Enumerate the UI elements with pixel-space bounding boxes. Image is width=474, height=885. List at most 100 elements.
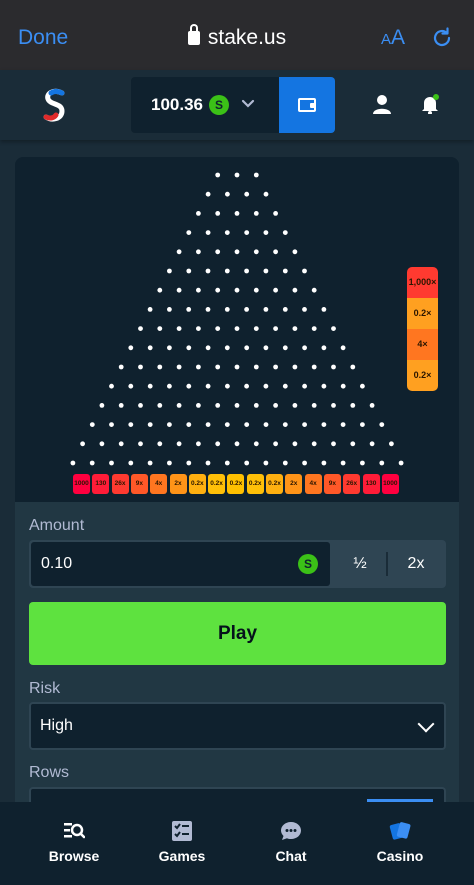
peg [157, 326, 163, 331]
peg [109, 383, 114, 389]
peg [263, 383, 269, 389]
peg [292, 326, 298, 331]
multiplier-bucket: 130 [92, 474, 110, 494]
chevron-down-icon [417, 715, 435, 733]
peg [176, 364, 182, 370]
peg [350, 403, 356, 408]
peg [118, 403, 124, 408]
peg [147, 460, 153, 466]
multiplier-bucket: 0.2x [266, 474, 283, 494]
peg [331, 364, 336, 370]
nav-games-label: Games [158, 848, 206, 864]
peg [340, 460, 346, 466]
peg [234, 441, 240, 447]
multiplier-bucket: 2x [169, 474, 187, 494]
peg [398, 460, 404, 466]
peg [147, 422, 153, 427]
peg [224, 422, 230, 427]
peg [311, 326, 317, 331]
peg [147, 307, 153, 312]
peg [196, 364, 201, 370]
peg [109, 422, 114, 427]
half-amount-button[interactable]: ½ [332, 540, 388, 588]
peg [292, 364, 298, 370]
peg [128, 422, 134, 427]
chat-icon [280, 820, 302, 842]
peg [128, 345, 134, 351]
peg [282, 422, 288, 427]
peg [186, 422, 192, 427]
peg [157, 364, 163, 370]
peg [350, 441, 356, 447]
peg [253, 172, 259, 178]
peg [282, 230, 288, 236]
peg [360, 383, 365, 389]
peg [186, 230, 192, 236]
peg [263, 422, 269, 427]
multiplier-bucket: 4x [304, 474, 322, 494]
multiplier-bucket: 0.2x [246, 474, 264, 494]
peg [186, 307, 192, 312]
nav-casino[interactable]: Casino [355, 820, 445, 864]
peg [282, 307, 288, 312]
peg [244, 383, 250, 389]
rows-label: Rows [29, 764, 70, 781]
peg [282, 345, 288, 351]
peg [205, 422, 211, 427]
peg [80, 441, 85, 447]
peg [311, 287, 317, 293]
peg [167, 307, 172, 312]
multiplier-bucket: 2x [285, 474, 303, 494]
multiplier-bucket: 1000 [381, 474, 399, 494]
peg [118, 441, 124, 447]
nav-browse[interactable]: Browse [29, 820, 119, 864]
peg [138, 441, 143, 447]
peg [176, 326, 182, 331]
peg [167, 383, 172, 389]
multiplier-bucket: 9x [130, 474, 148, 494]
peg [263, 191, 269, 197]
peg [215, 403, 221, 408]
peg [340, 345, 346, 351]
multiplier-bucket: 1000 [73, 474, 90, 494]
peg [205, 460, 211, 466]
double-amount-button[interactable]: 2x [388, 540, 444, 588]
peg [138, 403, 143, 408]
multiplier-bucket: 0.2x [208, 474, 226, 494]
peg [263, 230, 269, 236]
play-button[interactable]: Play [29, 602, 446, 665]
peg [273, 287, 278, 293]
peg [244, 191, 250, 197]
peg [321, 345, 327, 351]
peg [263, 345, 269, 351]
recent-result: 0.2× [407, 298, 438, 329]
peg [224, 230, 230, 236]
peg [196, 326, 201, 331]
peg [273, 441, 278, 447]
risk-label: Risk [29, 680, 61, 697]
peg [321, 307, 327, 312]
peg [379, 422, 385, 427]
peg [225, 383, 230, 389]
peg [215, 249, 221, 255]
peg [224, 345, 230, 351]
nav-games[interactable]: Games [137, 820, 227, 864]
peg [196, 441, 201, 447]
peg [196, 287, 201, 293]
peg [340, 422, 346, 427]
risk-select[interactable]: High [29, 702, 446, 750]
peg [253, 287, 259, 293]
peg [118, 364, 124, 370]
peg [253, 326, 259, 331]
peg [215, 364, 221, 370]
amount-input[interactable]: 0.10 [31, 542, 330, 586]
recent-result: 1,000× [407, 267, 438, 298]
peg [244, 422, 250, 427]
peg [253, 249, 259, 255]
peg [205, 345, 211, 351]
peg [89, 422, 95, 427]
risk-value: High [40, 717, 73, 734]
peg [176, 287, 182, 293]
nav-chat[interactable]: Chat [246, 820, 336, 864]
multiplier-row: 1000 130 26x 9x 4x 2x 0.2x 0.2x 0.2x 0.2x 0.2x 2x 4x… [73, 474, 403, 494]
